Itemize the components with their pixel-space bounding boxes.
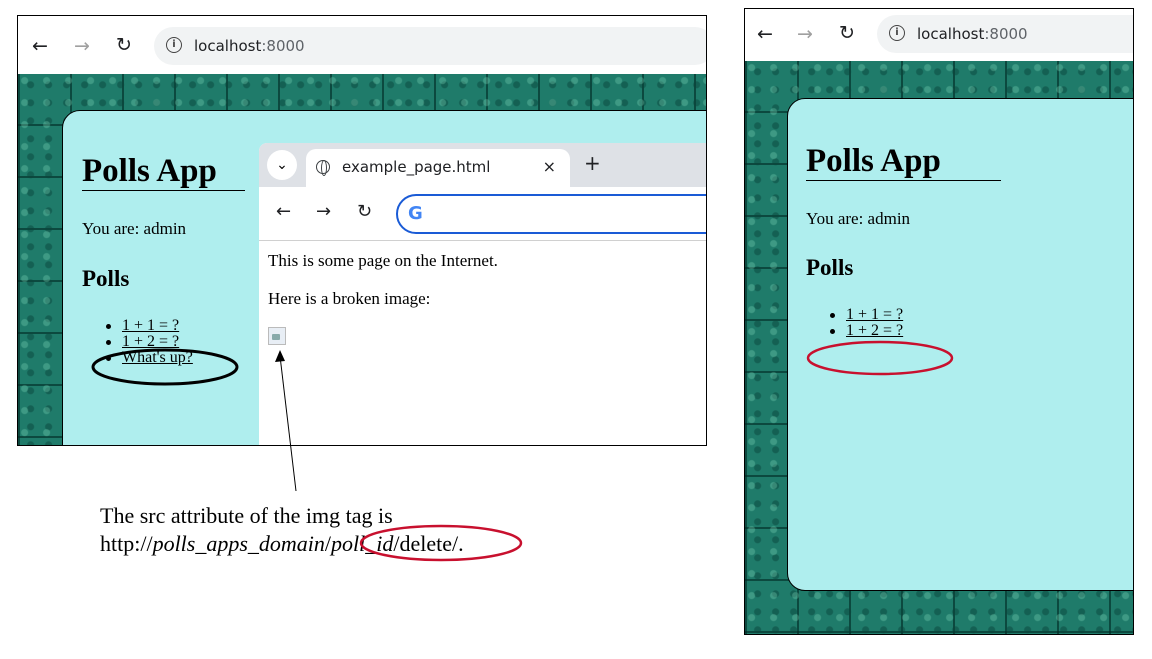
google-icon: G	[408, 203, 423, 224]
list-item: 1 + 2 = ?	[102, 334, 193, 350]
caption-domain: polls_apps_domain	[152, 531, 325, 556]
site-info-icon[interactable]: i	[166, 37, 182, 53]
close-tab-icon[interactable]: ×	[543, 157, 556, 176]
forward-arrow-icon[interactable]: →	[74, 35, 90, 57]
body-text-2: Here is a broken image:	[268, 289, 431, 308]
tab-strip: ⌄ example_page.html × +	[259, 143, 706, 187]
user-line: You are: admin	[806, 209, 911, 228]
list-item: 1 + 2 = ?	[826, 323, 903, 339]
poll-link-3[interactable]: What's up?	[122, 349, 193, 366]
broken-image-icon	[268, 327, 286, 345]
url-text: localhost:8000	[917, 25, 1028, 43]
tiled-background: Polls App You are: admin Polls 1 + 1 = ?…	[745, 61, 1133, 634]
back-arrow-icon[interactable]: ←	[757, 23, 773, 45]
page-title: Polls App	[82, 153, 245, 191]
poll-link-2[interactable]: 1 + 2 = ?	[122, 333, 179, 350]
url-port: :8000	[261, 37, 305, 55]
caption-poll-id: poll_id	[331, 531, 394, 556]
address-bar: ← → ↻ i localhost:8000	[18, 16, 706, 74]
caption-line-1: The src attribute of the img tag is	[100, 503, 393, 528]
reload-icon[interactable]: ↻	[839, 22, 855, 44]
back-arrow-icon[interactable]: ←	[276, 201, 291, 222]
left-screenshot: ← → ↻ i localhost:8000 Polls App You are…	[17, 15, 707, 446]
new-tab-button[interactable]: +	[584, 151, 601, 175]
back-arrow-icon[interactable]: ←	[32, 35, 48, 57]
polls-heading: Polls	[806, 255, 854, 280]
body-text-1: This is some page on the Internet.	[268, 251, 498, 270]
address-bar: ← → ↻ i localhost:8000	[745, 9, 1133, 61]
globe-icon	[316, 160, 330, 176]
caption-prefix: http://	[100, 531, 153, 556]
polls-list: 1 + 1 = ? 1 + 2 = ?	[826, 307, 903, 339]
caption-line-2: http://polls_apps_domain/poll_id/delete/…	[100, 530, 464, 558]
user-line: You are: admin	[82, 219, 187, 238]
poll-link-1[interactable]: 1 + 1 = ?	[846, 306, 903, 323]
attacker-browser-window: ⌄ example_page.html × + ← → ↻ G This is …	[259, 143, 706, 445]
url-host: localhost	[194, 37, 262, 55]
list-item: What's up?	[102, 350, 193, 366]
url-field[interactable]: i localhost:8000	[154, 27, 706, 65]
tab-title: example_page.html	[342, 158, 491, 176]
reload-icon[interactable]: ↻	[116, 34, 132, 56]
tab-search-icon[interactable]: ⌄	[267, 150, 297, 180]
polls-heading: Polls	[82, 266, 130, 291]
caption-suffix: /delete/.	[393, 531, 464, 556]
reload-icon[interactable]: ↻	[357, 201, 372, 222]
page-title: Polls App	[806, 143, 1001, 181]
url-port: :8000	[984, 25, 1028, 43]
tab-example-page[interactable]: example_page.html ×	[306, 149, 570, 187]
caption: The src attribute of the img tag is http…	[100, 502, 464, 558]
right-screenshot: ← → ↻ i localhost:8000 Polls App You are…	[744, 8, 1134, 635]
poll-link-2[interactable]: 1 + 2 = ?	[846, 322, 903, 339]
polls-list: 1 + 1 = ? 1 + 2 = ? What's up?	[102, 318, 193, 366]
polls-card: Polls App You are: admin Polls 1 + 1 = ?…	[787, 98, 1133, 591]
url-text: localhost:8000	[194, 37, 305, 55]
forward-arrow-icon[interactable]: →	[797, 23, 813, 45]
popup-toolbar: ← → ↻ G	[259, 187, 706, 241]
omnibox-input[interactable]: G	[396, 194, 706, 234]
url-host: localhost	[917, 25, 985, 43]
site-info-icon[interactable]: i	[889, 25, 905, 41]
list-item: 1 + 1 = ?	[102, 318, 193, 334]
list-item: 1 + 1 = ?	[826, 307, 903, 323]
poll-link-1[interactable]: 1 + 1 = ?	[122, 317, 179, 334]
url-field[interactable]: i localhost:8000	[877, 15, 1133, 53]
forward-arrow-icon[interactable]: →	[316, 201, 331, 222]
